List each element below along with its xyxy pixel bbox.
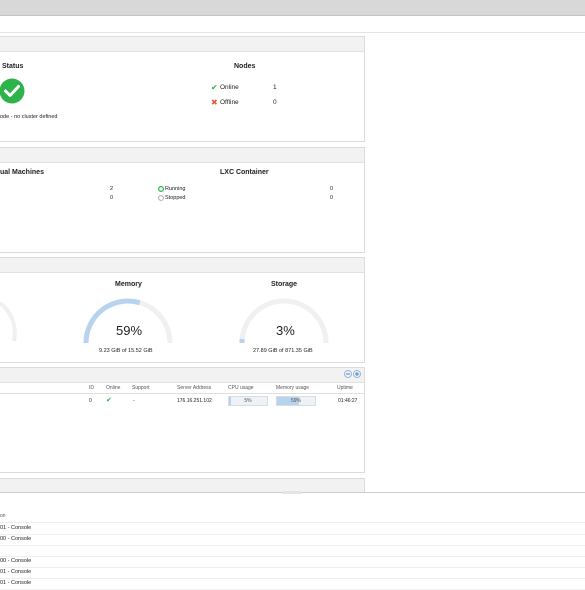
row-support: - <box>133 398 135 404</box>
memory-percent: 59% <box>116 323 143 338</box>
col-server-address[interactable]: Server Address <box>177 385 211 391</box>
online-check-icon: ✔ <box>211 83 218 92</box>
cluster-status-text: ode - no cluster defined <box>0 114 58 120</box>
cpu-gauge-partial <box>0 301 17 342</box>
online-label: Online <box>220 84 239 91</box>
sub-toolbar <box>0 16 585 33</box>
col-cpu-usage[interactable]: CPU usage <box>228 385 254 391</box>
stopped-icon <box>158 195 164 201</box>
task-label: 01 - Console <box>0 580 32 586</box>
vm-heading: ual Machines <box>0 169 44 176</box>
task-log-header-label: on <box>0 513 6 519</box>
top-toolbar <box>0 0 585 16</box>
col-id[interactable]: ID <box>89 385 94 391</box>
list-item[interactable]: 01 - Console <box>0 578 585 590</box>
cpu-usage-text: 5% <box>244 398 252 404</box>
status-heading: Status <box>2 63 24 70</box>
memory-detail: 9.23 GiB of 15.52 GiB <box>99 348 153 354</box>
panel-header <box>0 148 364 163</box>
nodes-heading: Nodes <box>234 63 256 70</box>
task-label: 00 - Console <box>0 536 32 542</box>
online-check-icon: ✔ <box>106 397 112 404</box>
row-id: 0 <box>89 398 92 404</box>
col-online[interactable]: Online <box>106 385 120 391</box>
col-uptime[interactable]: Uptime <box>337 385 353 391</box>
running-icon <box>158 186 164 192</box>
task-log-panel: on 01 - Console 00 - Console 00 - Consol… <box>0 491 585 590</box>
storage-percent: 3% <box>276 323 295 338</box>
status-ok-icon <box>0 78 25 104</box>
task-log-header: on <box>0 511 585 523</box>
storage-detail: 27.89 GiB of 871.35 GiB <box>253 348 313 354</box>
cpu-usage-bar: 5% <box>228 396 268 406</box>
row-uptime: 01:46:27 <box>338 398 358 404</box>
lxc-running-count: 0 <box>330 186 334 192</box>
vm-stopped-count: 0 <box>110 195 114 201</box>
splitter-handle[interactable] <box>282 491 302 494</box>
task-label: 00 - Console <box>0 558 32 564</box>
offline-x-icon: ✖ <box>211 98 218 107</box>
refresh-icon[interactable] <box>353 370 361 378</box>
task-label: 01 - Console <box>0 525 32 531</box>
memory-usage-text: 59% <box>290 398 301 404</box>
status-panel <box>0 36 365 142</box>
running-label: Running <box>165 186 186 192</box>
panel-header <box>0 258 364 273</box>
lxc-stopped-count: 0 <box>330 195 334 201</box>
storage-heading: Storage <box>271 281 298 288</box>
offline-label: Offline <box>220 99 239 106</box>
offline-count: 0 <box>273 99 277 106</box>
panel-header <box>0 37 364 52</box>
row-server-address: 176.16.251.102 <box>177 398 212 404</box>
col-support[interactable]: Support <box>132 385 150 391</box>
vm-running-count: 2 <box>110 186 114 192</box>
task-label: 01 - Console <box>0 569 32 575</box>
collapse-icon[interactable] <box>344 370 352 378</box>
memory-heading: Memory <box>115 281 142 288</box>
memory-usage-bar: 59% <box>276 396 316 406</box>
stopped-label: Stopped <box>165 195 186 201</box>
lxc-heading: LXC Container <box>220 169 269 176</box>
col-memory-usage[interactable]: Memory usage <box>276 385 309 391</box>
panel-header <box>0 368 364 383</box>
online-count: 1 <box>273 84 277 91</box>
